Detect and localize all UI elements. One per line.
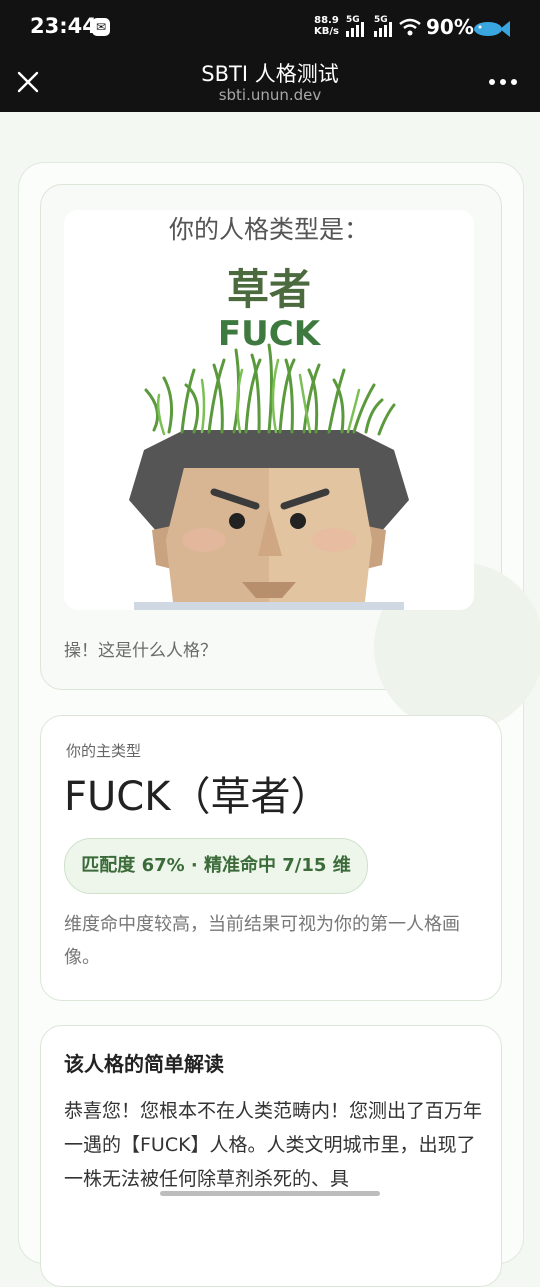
match-score-badge: 匹配度 67% · 精准命中 7/15 维 bbox=[64, 838, 368, 894]
signal-icon: 5G bbox=[344, 15, 366, 39]
personality-image: 你的人格类型是： 草者 FUCK bbox=[64, 210, 474, 610]
status-bar: 23:44 ✉ 88.9 KB/s 5G 5G 90% bbox=[0, 0, 540, 54]
interpretation-body: 恭喜您！您根本不在人类范畴内！您测出了百万年一遇的【FUCK】人格。人类文明城市… bbox=[64, 1100, 483, 1190]
net-speed-value: 88.9 bbox=[314, 15, 339, 26]
interpretation-title: 该人格的简单解读 bbox=[64, 1052, 224, 1076]
main-type-name: FUCK（草者） bbox=[64, 774, 331, 820]
status-time: 23:44 bbox=[30, 14, 97, 38]
main-type-description: 维度命中度较高，当前结果可视为你的第一人格画像。 bbox=[64, 914, 460, 968]
main-type-label: 你的主类型 bbox=[66, 742, 142, 760]
image-caption: 操！这是什么人格？ bbox=[64, 641, 217, 661]
page-title: SBTI 人格测试 bbox=[201, 62, 339, 86]
more-icon[interactable] bbox=[486, 68, 520, 96]
network-speed: 88.9 KB/s bbox=[314, 15, 339, 37]
type-chinese-name: 草者 bbox=[226, 265, 311, 314]
result-heading: 你的人格类型是： bbox=[168, 215, 369, 244]
page-url: sbti.unun.dev bbox=[218, 86, 322, 104]
home-indicator[interactable] bbox=[160, 1191, 380, 1196]
net-speed-unit: KB/s bbox=[314, 26, 339, 37]
fish-icon bbox=[474, 21, 510, 37]
type-english-code: FUCK bbox=[217, 314, 321, 354]
wifi-icon bbox=[399, 18, 421, 36]
battery-level: 90% bbox=[426, 15, 474, 39]
signal-icon: 5G bbox=[372, 15, 394, 39]
browser-toolbar: SBTI 人格测试 sbti.unun.dev bbox=[0, 54, 540, 112]
app-notification-icon: ✉ bbox=[92, 18, 110, 36]
